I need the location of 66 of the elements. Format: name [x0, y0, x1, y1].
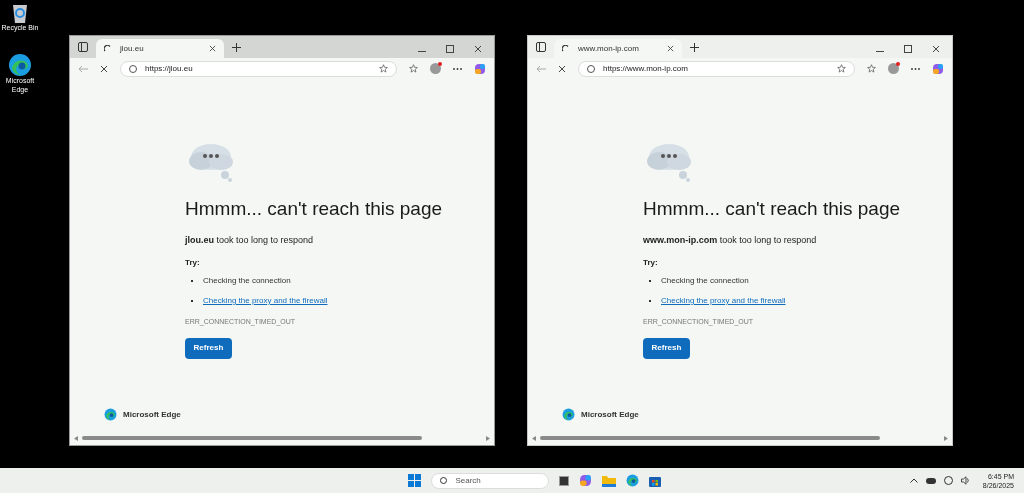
- loading-spinner-icon: [562, 44, 570, 53]
- close-tab-icon[interactable]: [667, 45, 674, 52]
- address-bar[interactable]: https://www.mon-ip.com: [578, 60, 855, 77]
- refresh-button[interactable]: Refresh: [185, 337, 232, 359]
- scroll-left-icon[interactable]: [74, 435, 78, 441]
- favorites-icon[interactable]: [409, 64, 418, 73]
- address-text: https://jlou.eu: [145, 62, 194, 75]
- error-heading: Hmmm... can't reach this page: [185, 197, 444, 221]
- taskbar-search-field[interactable]: Search: [431, 472, 550, 489]
- proxy-firewall-link[interactable]: Checking the proxy and the firewall: [661, 295, 786, 307]
- proxy-firewall-link[interactable]: Checking the proxy and the firewall: [203, 295, 328, 307]
- brand-name: Microsoft Edge: [581, 408, 639, 421]
- tab-actions-icon[interactable]: [78, 42, 88, 52]
- copilot-icon[interactable]: [579, 474, 593, 487]
- edge-logo-icon: [104, 408, 117, 421]
- search-placeholder: Search: [455, 474, 481, 487]
- favorites-icon[interactable]: [867, 64, 876, 73]
- scroll-right-icon[interactable]: [486, 435, 490, 441]
- stop-loading-icon[interactable]: [100, 64, 108, 73]
- profile-avatar-icon[interactable]: [430, 63, 441, 74]
- tab-title: jlou.eu: [120, 42, 145, 55]
- address-bar[interactable]: https://jlou.eu: [120, 60, 397, 77]
- store-icon[interactable]: [649, 474, 662, 487]
- task-view-icon[interactable]: [559, 475, 570, 486]
- brand-name: Microsoft Edge: [123, 408, 181, 421]
- loading-spinner-icon: [104, 44, 112, 53]
- try-label: Try:: [643, 257, 659, 269]
- close-icon[interactable]: [474, 45, 482, 53]
- scroll-left-icon[interactable]: [532, 435, 536, 441]
- close-icon[interactable]: [932, 45, 940, 53]
- copilot-icon[interactable]: [474, 62, 486, 75]
- scroll-right-icon[interactable]: [944, 435, 948, 441]
- profile-avatar-icon[interactable]: [888, 63, 899, 74]
- more-options-icon[interactable]: [453, 67, 462, 70]
- stop-loading-icon[interactable]: [558, 64, 566, 73]
- suggestion-text: Checking the connection: [203, 275, 291, 287]
- address-text: https://www.mon-ip.com: [603, 62, 689, 75]
- refresh-button[interactable]: Refresh: [643, 337, 690, 359]
- add-favorite-star-icon[interactable]: [379, 64, 388, 73]
- horizontal-scrollbar[interactable]: [528, 431, 952, 445]
- more-options-icon[interactable]: [911, 67, 920, 70]
- try-label: Try:: [185, 257, 201, 269]
- chevron-up-icon[interactable]: [909, 478, 918, 483]
- suggestion-text: Checking the connection: [661, 275, 749, 287]
- horizontal-scrollbar[interactable]: [70, 431, 494, 445]
- maximize-icon[interactable]: [904, 45, 912, 53]
- copilot-icon[interactable]: [932, 62, 944, 75]
- error-heading: Hmmm... can't reach this page: [643, 197, 902, 221]
- new-tab-icon[interactable]: [690, 43, 699, 52]
- tab-title: www.mon-ip.com: [578, 42, 640, 55]
- speaker-icon[interactable]: [960, 476, 971, 485]
- edge-taskbar-icon: [626, 474, 640, 487]
- edge-logo-icon: [562, 408, 575, 421]
- error-message: www.mon-ip.com took too long to respond: [643, 233, 818, 247]
- folder-icon[interactable]: [602, 474, 617, 487]
- maximize-icon[interactable]: [446, 45, 454, 53]
- add-favorite-star-icon[interactable]: [837, 64, 846, 73]
- edge-desktop-icon: [8, 52, 32, 77]
- browser-tab[interactable]: jlou.eu: [96, 39, 224, 58]
- start-icon[interactable]: [408, 474, 422, 487]
- tab-actions-icon[interactable]: [536, 42, 546, 52]
- browser-tab[interactable]: www.mon-ip.com: [554, 39, 682, 58]
- recycle-bin-icon[interactable]: [11, 2, 29, 24]
- error-message: jlou.eu took too long to respond: [185, 233, 315, 247]
- new-tab-icon[interactable]: [232, 43, 241, 52]
- close-tab-icon[interactable]: [209, 45, 216, 52]
